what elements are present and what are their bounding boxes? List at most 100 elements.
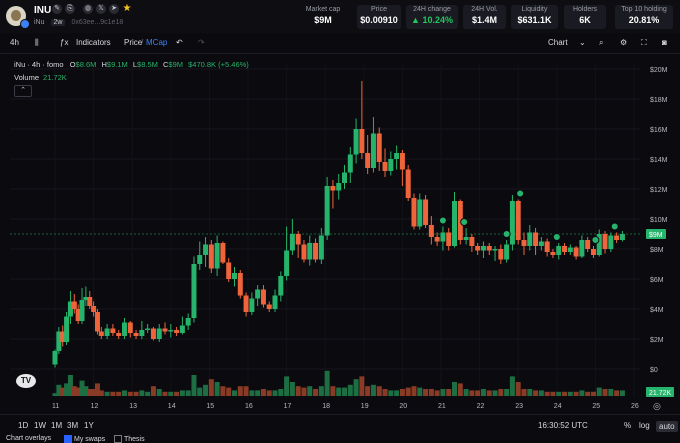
volume-bar <box>486 390 492 396</box>
range-button-1m[interactable]: 1M <box>51 421 62 430</box>
range-button-1w[interactable]: 1W <box>34 421 46 430</box>
thesis-checkbox[interactable]: Thesis <box>114 435 145 443</box>
current-price-label: $9M <box>649 232 663 239</box>
x-tick-label: 18 <box>322 403 330 410</box>
volume-bar <box>116 391 122 396</box>
chart-menu[interactable]: Chart <box>548 38 568 47</box>
volume-bar <box>342 387 347 396</box>
candle-body <box>498 249 504 260</box>
camera-icon[interactable]: ◙ <box>662 38 667 47</box>
y-tick-label: $12M <box>650 187 668 194</box>
price-chart[interactable]: $0 $2M $4M $6M $8M $10M $12M $14M $16M $18M $20M 11… <box>0 55 680 413</box>
volume-bar <box>388 390 394 396</box>
candle-body <box>98 331 104 336</box>
candle-body <box>394 153 400 159</box>
volume-bar <box>417 387 423 396</box>
candle-body <box>527 232 533 246</box>
edit-icon[interactable]: ✎ <box>52 4 62 14</box>
candle-body <box>272 295 278 309</box>
volume-bar <box>185 390 191 396</box>
volume-bar <box>376 386 382 396</box>
volume-bar <box>104 391 110 396</box>
volume-bar <box>562 391 568 396</box>
stat-label: 24H change <box>413 6 451 13</box>
candle-body <box>486 246 492 251</box>
volume-bar <box>434 390 440 396</box>
y-tick-label: $10M <box>650 217 668 224</box>
candle-body <box>133 333 139 336</box>
volume-bar <box>515 382 521 396</box>
candle-body <box>116 333 122 336</box>
my-swaps-checkbox[interactable]: My swaps <box>64 435 105 443</box>
volume-bar <box>452 382 458 396</box>
candle-body <box>544 241 550 252</box>
volume-bar <box>423 389 429 396</box>
y-tick-label: $2M <box>650 337 664 344</box>
volume-label: Volume <box>14 73 40 82</box>
legend-close: $9M <box>168 60 184 69</box>
candle-body <box>295 234 301 245</box>
candle-body <box>579 240 585 257</box>
stat-value: $9M <box>314 15 332 25</box>
stat-label: Price <box>371 6 387 13</box>
candle-body <box>243 295 249 312</box>
candle-type-icon[interactable]: ⫼ <box>35 38 39 48</box>
price-toggle[interactable]: Price <box>124 38 142 47</box>
mcap-toggle[interactable]: MCap <box>146 38 167 47</box>
volume-bar <box>260 389 266 396</box>
volume-bar <box>266 390 272 396</box>
telegram-icon[interactable]: ➤ <box>109 4 119 14</box>
range-button-1y[interactable]: 1Y <box>84 421 94 430</box>
undo-icon[interactable]: ↶ <box>176 38 183 47</box>
indicators-icon[interactable]: ƒx <box>60 38 68 47</box>
range-button-3m[interactable]: 3M <box>67 421 78 430</box>
volume-bar <box>307 386 313 396</box>
search-icon[interactable]: ⌕ <box>599 38 603 48</box>
copy-icon[interactable]: ⎘ <box>65 4 75 14</box>
candle-body <box>174 330 180 333</box>
candle-body <box>538 241 544 246</box>
percent-toggle[interactable]: % <box>624 421 631 430</box>
swap-marker-icon <box>516 189 525 198</box>
log-toggle[interactable]: log <box>639 421 650 430</box>
volume-bar <box>527 389 533 396</box>
chevron-down-icon[interactable]: ⌄ <box>579 38 586 47</box>
candle-body <box>208 244 214 269</box>
volume-bar <box>498 389 504 396</box>
candle-body <box>71 301 77 309</box>
volume-bar <box>608 389 614 396</box>
volume-bar <box>133 391 139 396</box>
candle-body <box>162 328 168 332</box>
star-icon[interactable]: ★ <box>122 4 132 14</box>
volume-bar <box>208 379 214 396</box>
redo-icon[interactable]: ↷ <box>198 38 205 47</box>
stat-label: Top 10 holding <box>621 6 667 13</box>
collapse-legend-button[interactable]: ⌃ <box>14 85 32 97</box>
candle-body <box>602 234 608 249</box>
candle-body <box>336 183 342 191</box>
volume-bar <box>602 389 608 396</box>
stat-0: Market cap $9M <box>300 5 346 29</box>
stat-value: $631.1K <box>517 15 552 25</box>
indicators-button[interactable]: Indicators <box>76 38 111 47</box>
candle-body <box>492 249 498 251</box>
interval-selector[interactable]: 4h <box>10 38 19 47</box>
globe-icon[interactable]: ◍ <box>83 4 93 14</box>
candle-body <box>185 318 191 326</box>
token-address[interactable]: 0x63ee...9c1e18 <box>71 19 123 26</box>
volume-bar <box>538 390 544 396</box>
volume-bar <box>382 389 388 396</box>
auto-toggle[interactable]: auto <box>656 421 678 432</box>
y-tick-label: $16M <box>650 127 668 134</box>
x-tick-label: 14 <box>168 403 176 410</box>
volume-bar <box>214 382 220 396</box>
volume-bar <box>197 387 203 396</box>
candle-body <box>203 244 209 255</box>
candle-body <box>533 232 539 246</box>
token-name: iNu <box>34 19 45 26</box>
gear-icon[interactable]: ⚙ <box>620 38 627 47</box>
fullscreen-icon[interactable]: ⛶ <box>641 38 647 48</box>
range-button-1d[interactable]: 1D <box>18 421 28 430</box>
candle-body <box>614 235 620 240</box>
x-icon[interactable]: 𝕏 <box>96 4 106 14</box>
